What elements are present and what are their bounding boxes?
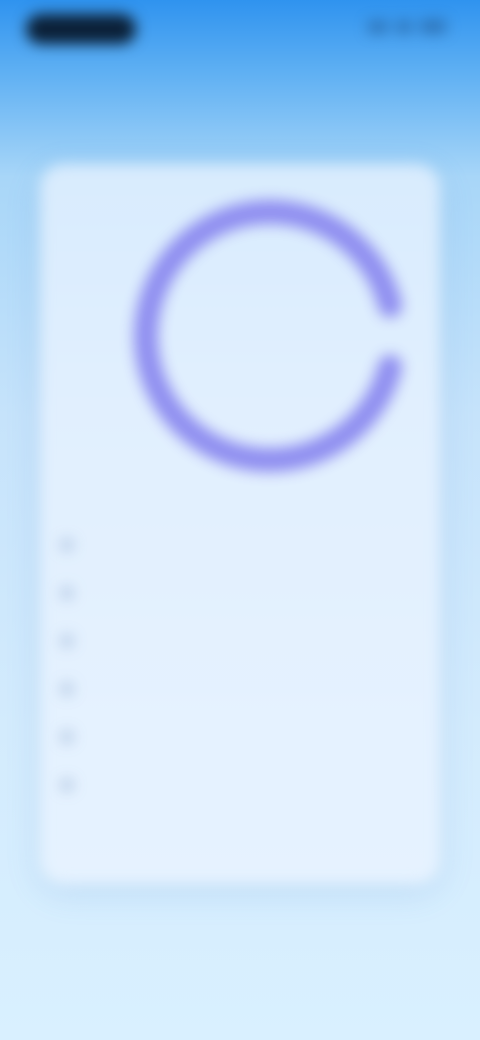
list-item	[60, 774, 420, 792]
list-item	[60, 534, 420, 552]
status-bar	[0, 0, 480, 60]
bullet-icon	[60, 730, 74, 744]
content-list	[60, 534, 420, 822]
wifi-icon	[396, 20, 412, 33]
status-icons	[368, 20, 446, 33]
bullet-icon	[60, 634, 74, 648]
loading-card	[40, 164, 440, 884]
status-time	[26, 14, 136, 44]
list-item	[60, 678, 420, 696]
signal-icon	[368, 20, 388, 33]
bullet-icon	[60, 682, 74, 696]
battery-icon	[420, 20, 446, 33]
bullet-icon	[60, 778, 74, 792]
list-item	[60, 630, 420, 648]
blurred-screen	[0, 0, 480, 1040]
progress-ring	[132, 198, 408, 474]
bullet-icon	[60, 586, 74, 600]
bullet-icon	[60, 538, 74, 552]
list-item	[60, 726, 420, 744]
list-item	[60, 582, 420, 600]
progress-ring-arc	[134, 200, 406, 472]
progress-ring-svg	[134, 200, 406, 472]
